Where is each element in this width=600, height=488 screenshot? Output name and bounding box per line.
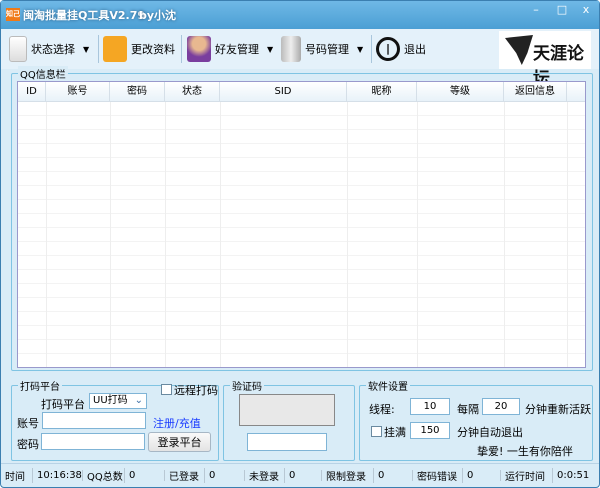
chevron-down-icon[interactable]: ▼ xyxy=(267,45,273,54)
main-window: 知己 闽淘批量挂Q工具V2.79 by小沈 – □ x 状态选择 ▼ 更改资料 好… xyxy=(0,0,600,488)
app-icon: 知己 xyxy=(6,8,20,21)
chevron-down-icon[interactable]: ▼ xyxy=(357,45,363,54)
captcha-platform-legend: 打码平台 xyxy=(18,378,62,393)
time-label: 时间 xyxy=(1,468,33,483)
register-recharge-link[interactable]: 注册/充值 xyxy=(153,415,201,431)
interval-input[interactable] xyxy=(482,398,520,415)
threads-input[interactable] xyxy=(410,398,450,415)
title-bar: 知己 闽淘批量挂Q工具V2.79 by小沈 – □ x xyxy=(1,1,599,29)
not-logged-label: 未登录 xyxy=(245,468,285,483)
captcha-image xyxy=(239,394,335,426)
remote-captcha-label: 远程打码 xyxy=(174,384,218,397)
column-line xyxy=(165,102,166,367)
status-select-label: 状态选择 xyxy=(31,43,75,56)
motto-text: 挚爱! 一生有你陪伴 xyxy=(477,445,573,458)
status-bar: 时间 10:16:38 QQ总数 0 已登录 0 未登录 0 限制登录 0 密码… xyxy=(1,463,599,487)
password-error-label: 密码错误 xyxy=(413,468,463,483)
account-label: 账号 xyxy=(17,417,39,430)
not-logged-value: 0 xyxy=(285,470,322,481)
col-nickname[interactable]: 昵称 xyxy=(347,82,417,101)
close-button[interactable]: x xyxy=(573,1,599,19)
limited-label: 限制登录 xyxy=(322,468,374,483)
platform-select[interactable]: UU打码 ⌄ xyxy=(89,393,147,409)
qq-info-legend: QQ信息栏 xyxy=(18,66,68,81)
document-list-icon xyxy=(9,36,27,62)
column-line xyxy=(220,102,221,367)
column-line xyxy=(417,102,418,367)
toolbar-divider xyxy=(371,35,372,63)
friend-manage-label: 好友管理 xyxy=(215,43,259,56)
angel-wing-icon xyxy=(505,35,533,65)
qq-total-label: QQ总数 xyxy=(83,468,125,483)
exit-label: 退出 xyxy=(404,43,426,56)
password-input[interactable] xyxy=(41,433,145,450)
time-value: 10:16:38 xyxy=(33,470,83,481)
hang-full-label: 挂满 xyxy=(384,426,406,439)
platform-label: 打码平台 xyxy=(41,398,85,411)
account-input[interactable] xyxy=(42,412,146,429)
maximize-button[interactable]: □ xyxy=(549,1,575,19)
captcha-input[interactable] xyxy=(247,433,327,451)
column-line xyxy=(110,102,111,367)
change-profile-label: 更改资料 xyxy=(131,43,175,56)
qq-table[interactable]: ID 账号 密码 状态 SID 昵称 等级 返回信息 xyxy=(17,81,586,368)
remote-captcha-checkbox[interactable] xyxy=(161,384,172,395)
chevron-down-icon: ⌄ xyxy=(134,395,143,406)
exit-button[interactable]: | 退出 xyxy=(376,33,426,65)
col-return-info[interactable]: 返回信息 xyxy=(504,82,567,101)
runtime-label: 运行时间 xyxy=(501,468,553,483)
qq-total-value: 0 xyxy=(125,470,165,481)
number-manage-button[interactable]: 号码管理 ▼ xyxy=(281,33,363,65)
col-level[interactable]: 等级 xyxy=(417,82,504,101)
minimize-button[interactable]: – xyxy=(523,1,549,19)
settings-legend: 软件设置 xyxy=(366,378,410,393)
column-line xyxy=(46,102,47,367)
platform-select-value: UU打码 xyxy=(93,395,128,406)
col-account[interactable]: 账号 xyxy=(46,82,110,101)
col-status[interactable]: 状态 xyxy=(165,82,220,101)
toolbar-divider xyxy=(181,35,182,63)
column-line xyxy=(347,102,348,367)
password-label: 密码 xyxy=(17,438,39,451)
captcha-legend: 验证码 xyxy=(230,378,264,393)
forum-logo: 天涯论坛 xyxy=(499,31,591,89)
hang-full-input[interactable] xyxy=(410,422,450,439)
toolbar-divider xyxy=(98,35,99,63)
folder-add-icon xyxy=(103,36,127,62)
logged-in-label: 已登录 xyxy=(165,468,205,483)
col-sid[interactable]: SID xyxy=(220,82,347,101)
window-author: by小沈 xyxy=(139,9,177,22)
reactivate-label: 分钟重新活跃 xyxy=(525,403,591,416)
logged-in-value: 0 xyxy=(205,470,245,481)
password-error-value: 0 xyxy=(463,470,501,481)
hang-full-checkbox[interactable] xyxy=(371,426,382,437)
table-header: ID 账号 密码 状态 SID 昵称 等级 返回信息 xyxy=(18,82,585,102)
limited-value: 0 xyxy=(374,470,413,481)
runtime-value: 0:0:51 xyxy=(557,470,590,481)
chevron-down-icon[interactable]: ▼ xyxy=(83,45,89,54)
col-id[interactable]: ID xyxy=(18,82,46,101)
recycle-bin-icon xyxy=(281,36,301,62)
friend-manage-button[interactable]: 好友管理 ▼ xyxy=(187,33,273,65)
column-line xyxy=(504,102,505,367)
power-icon: | xyxy=(376,37,400,61)
threads-label: 线程: xyxy=(369,403,395,416)
change-profile-button[interactable]: 更改资料 xyxy=(103,33,175,65)
window-title: 闽淘批量挂Q工具V2.79 xyxy=(23,9,146,22)
user-edit-icon xyxy=(187,36,211,62)
column-line xyxy=(567,102,568,367)
status-select-button[interactable]: 状态选择 ▼ xyxy=(9,33,89,65)
login-platform-button[interactable]: 登录平台 xyxy=(148,432,211,452)
auto-exit-label: 分钟自动退出 xyxy=(457,426,523,439)
table-body xyxy=(18,102,585,367)
number-manage-label: 号码管理 xyxy=(305,43,349,56)
interval-label: 每隔 xyxy=(457,403,479,416)
col-password[interactable]: 密码 xyxy=(110,82,165,101)
